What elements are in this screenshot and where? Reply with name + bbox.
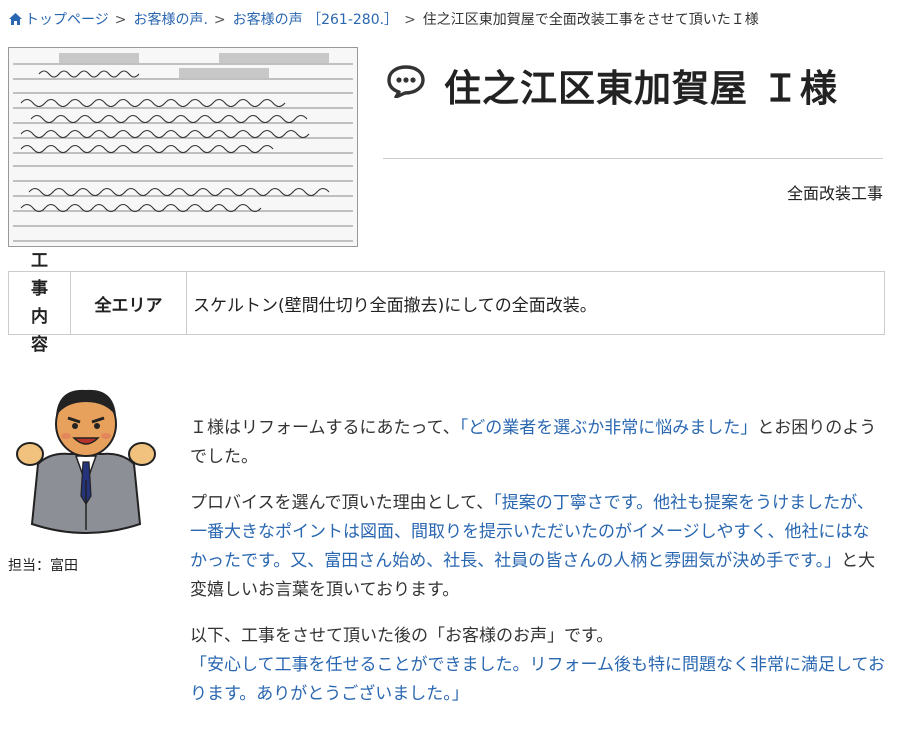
staff-illustration [10,384,160,548]
message-text: プロバイスを選んで頂いた理由として、 [190,493,494,513]
message-paragraph-2: プロバイスを選んで頂いた理由として、「提案の丁寧さです。他社も提案をうけましたが… [190,489,885,605]
speech-bubble-icon [386,64,426,107]
message-paragraph-3: 以下、工事をさせて頂いた後の「お客様のお声」です。「安心して工事を任せることがで… [190,622,885,709]
work-details-table: 工事内容 全エリア スケルトン(壁間仕切り全面撤去)にしての全面改装。 [8,251,885,355]
breadcrumb: トップページ > お客様の声. > お客様の声 ［261-280.］ > 住之江区東加賀屋で… [8,9,759,30]
page-title-text: 住之江区東加賀屋 Ｉ様 [444,67,838,110]
breadcrumb-current: 住之江区東加賀屋で全面改装工事をさせて頂いたＩ様 [422,12,759,28]
customer-quote: 「どの業者を選ぶか非常に悩みました」 [459,418,758,438]
page-title-wrap: 住之江区東加賀屋 Ｉ様 [386,58,838,112]
handwritten-questionnaire-image [8,47,358,247]
customer-quote: 「安心して工事を任せることができました。リフォーム後も特に問題なく非常に満足して… [190,655,885,704]
page-title: 住之江区東加賀屋 Ｉ様 [386,58,838,112]
work-category: 全面改装工事 [786,184,883,203]
staff-name: 担当：富田 [8,558,78,574]
work-table-area: 全エリア [71,272,187,334]
work-table-description: スケルトン(壁間仕切り全面撤去)にしての全面改装。 [193,295,597,316]
breadcrumb-separator: > [213,12,226,28]
customer-message: Ｉ様はリフォームするにあたって、「どの業者を選ぶか非常に悩みました」とお困りのよ… [190,414,885,726]
work-table-header: 工事内容 [9,251,71,355]
home-icon[interactable] [8,12,23,30]
breadcrumb-voice-link[interactable]: お客様の声. [133,12,207,28]
message-text: Ｉ様はリフォームするにあたって、 [190,418,460,438]
breadcrumb-separator: > [404,12,416,28]
message-paragraph-1: Ｉ様はリフォームするにあたって、「どの業者を選ぶか非常に悩みました」とお困りのよ… [190,414,885,472]
breadcrumb-separator: > [114,12,127,28]
breadcrumb-voice-range-link[interactable]: お客様の声 ［261-280.］ [233,12,398,28]
breadcrumb-home-link[interactable]: トップページ [25,12,109,28]
message-text: 以下、工事をさせて頂いた後の「お客様のお声」です。 [190,626,614,646]
title-divider [383,158,883,159]
